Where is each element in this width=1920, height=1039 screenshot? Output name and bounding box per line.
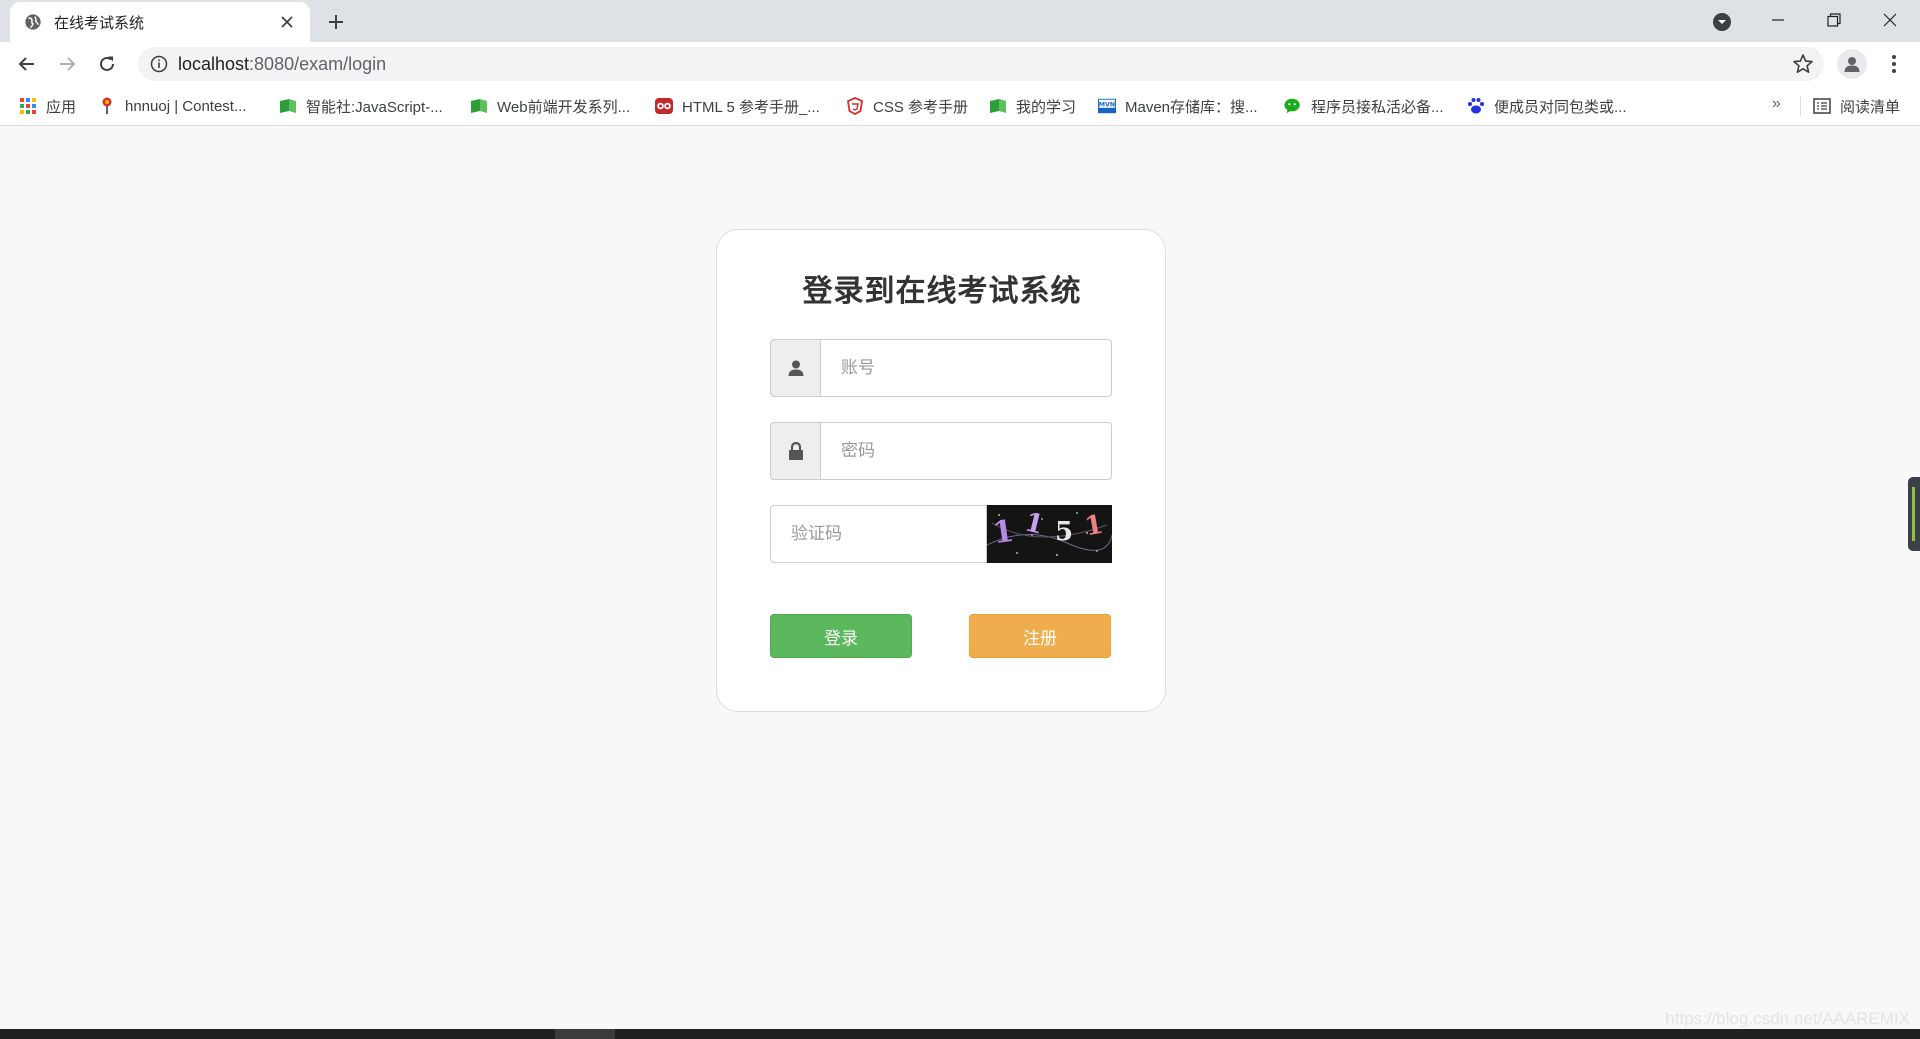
mvn-icon: MVN bbox=[1098, 97, 1116, 115]
close-icon bbox=[281, 16, 293, 28]
back-button[interactable] bbox=[11, 48, 43, 80]
bookmark-apps[interactable]: 应用 bbox=[19, 95, 76, 117]
login-button[interactable]: 登录 bbox=[770, 614, 912, 658]
bookmark-css-reference[interactable]: CSS 参考手册 bbox=[846, 95, 968, 117]
captcha-group: 1 1 5 1 bbox=[770, 505, 1112, 563]
close-icon bbox=[1883, 13, 1897, 27]
url-text[interactable]: localhost:8080/exam/login bbox=[178, 54, 386, 75]
password-group bbox=[770, 422, 1112, 480]
wechat-icon bbox=[1284, 97, 1302, 115]
reading-list-button[interactable]: 阅读清单 bbox=[1813, 95, 1900, 117]
owl-icon bbox=[655, 97, 673, 115]
minimize-icon bbox=[1772, 19, 1784, 21]
bookmarks-bar: 应用 hnnuoj | Contest... 智能社:JavaScript-..… bbox=[0, 86, 1920, 126]
username-input[interactable] bbox=[820, 339, 1112, 397]
bookmark-label: 我的学习 bbox=[1016, 98, 1077, 116]
bookmark-label: hnnuoj | Contest... bbox=[125, 97, 247, 115]
plus-icon bbox=[329, 15, 343, 29]
captcha-input[interactable] bbox=[770, 505, 987, 563]
password-addon bbox=[770, 422, 820, 480]
arrow-left-icon bbox=[18, 57, 34, 71]
bookmark-baidu[interactable]: 便成员对同包类或... bbox=[1467, 95, 1627, 117]
side-panel-handle[interactable] bbox=[1908, 477, 1920, 551]
reload-button[interactable] bbox=[91, 48, 123, 80]
globe-icon bbox=[25, 14, 41, 30]
bookmark-label: 程序员接私活必备... bbox=[1311, 98, 1444, 116]
bookmark-label: Maven存储库：搜... bbox=[1125, 98, 1258, 116]
bookmark-web-frontend[interactable]: Web前端开发系列... bbox=[470, 95, 630, 117]
tab-title: 在线考试系统 bbox=[54, 14, 145, 32]
chevron-down-circle-icon bbox=[1713, 13, 1731, 31]
watermark: https://blog.csdn.net/AAAREMIX bbox=[1665, 1009, 1910, 1028]
book-green-icon bbox=[470, 97, 488, 115]
baidu-paw-icon bbox=[1467, 97, 1485, 115]
bookmark-maven-repo[interactable]: MVN Maven存储库：搜... bbox=[1098, 95, 1258, 117]
restore-icon bbox=[1827, 13, 1841, 27]
tab-close-button[interactable] bbox=[276, 11, 298, 33]
account-icon bbox=[1844, 57, 1860, 72]
bookmark-zhinengshe[interactable]: 智能社:JavaScript-... bbox=[279, 95, 443, 117]
tab-search-button[interactable] bbox=[1708, 8, 1736, 36]
browser-tab-active[interactable]: 在线考试系统 bbox=[10, 2, 310, 42]
profile-button[interactable] bbox=[1837, 49, 1867, 79]
url-host: localhost bbox=[178, 54, 250, 74]
bookmark-label: 应用 bbox=[46, 98, 77, 116]
bookmark-label: Web前端开发系列... bbox=[497, 98, 631, 116]
os-taskbar bbox=[0, 1029, 1920, 1039]
bookmarks-overflow-button[interactable]: » bbox=[1772, 95, 1781, 113]
minimize-button[interactable] bbox=[1750, 0, 1806, 40]
captcha-image[interactable]: 1 1 5 1 bbox=[987, 505, 1112, 563]
reading-list-icon bbox=[1813, 97, 1831, 115]
username-addon bbox=[770, 339, 820, 397]
bookmark-label: 智能社:JavaScript-... bbox=[306, 98, 443, 116]
bookmark-label: HTML 5 参考手册_... bbox=[682, 98, 820, 116]
browser-menu-button[interactable] bbox=[1879, 49, 1909, 79]
page-viewport: 登录到在线考试系统 账号 验证码 1 1 5 1 登录 注册 bbox=[0, 127, 1920, 1029]
book-green-icon bbox=[279, 97, 297, 115]
css-shield-icon bbox=[846, 97, 864, 115]
bookmark-hnnuoj[interactable]: hnnuoj | Contest... bbox=[98, 95, 246, 117]
info-icon[interactable] bbox=[150, 55, 168, 73]
close-window-button[interactable] bbox=[1862, 0, 1918, 40]
bookmark-html5-reference[interactable]: HTML 5 参考手册_... bbox=[655, 95, 820, 117]
star-icon[interactable] bbox=[1792, 53, 1814, 75]
browser-toolbar: localhost:8080/exam/login bbox=[0, 42, 1920, 86]
captcha-char: 5 bbox=[1055, 517, 1074, 547]
password-input[interactable] bbox=[820, 422, 1112, 480]
username-group bbox=[770, 339, 1112, 397]
bookmark-label: 便成员对同包类或... bbox=[1494, 98, 1627, 116]
page-title: 登录到在线考试系统 bbox=[802, 275, 1082, 308]
svg-text:MVN: MVN bbox=[1099, 101, 1115, 108]
bookmark-side-jobs[interactable]: 程序员接私活必备... bbox=[1284, 95, 1444, 117]
url-path: :8080/exam/login bbox=[249, 54, 387, 74]
lock-icon bbox=[788, 442, 803, 460]
apps-grid-icon bbox=[19, 97, 37, 115]
register-button[interactable]: 注册 bbox=[969, 614, 1111, 658]
arrow-right-icon bbox=[60, 57, 76, 71]
forward-button[interactable] bbox=[51, 48, 83, 80]
address-bar[interactable]: localhost:8080/exam/login bbox=[138, 47, 1824, 81]
restore-button[interactable] bbox=[1806, 0, 1862, 40]
reading-list-label: 阅读清单 bbox=[1840, 98, 1901, 116]
bookmark-my-study[interactable]: 我的学习 bbox=[989, 95, 1076, 117]
tab-strip: 在线考试系统 bbox=[0, 0, 1920, 42]
side-panel-indicator bbox=[1912, 487, 1915, 541]
login-card: 登录到在线考试系统 账号 验证码 1 1 5 1 登录 注册 bbox=[716, 229, 1166, 712]
bookmarks-divider bbox=[1800, 96, 1801, 116]
new-tab-button[interactable] bbox=[322, 8, 350, 36]
hnnuoj-icon bbox=[98, 97, 116, 115]
user-icon bbox=[788, 360, 803, 376]
more-vertical-icon bbox=[1892, 55, 1896, 73]
reload-icon bbox=[100, 56, 114, 71]
bookmark-label: CSS 参考手册 bbox=[873, 98, 969, 116]
taskbar-item[interactable] bbox=[555, 1029, 615, 1039]
book-green-icon bbox=[989, 97, 1007, 115]
